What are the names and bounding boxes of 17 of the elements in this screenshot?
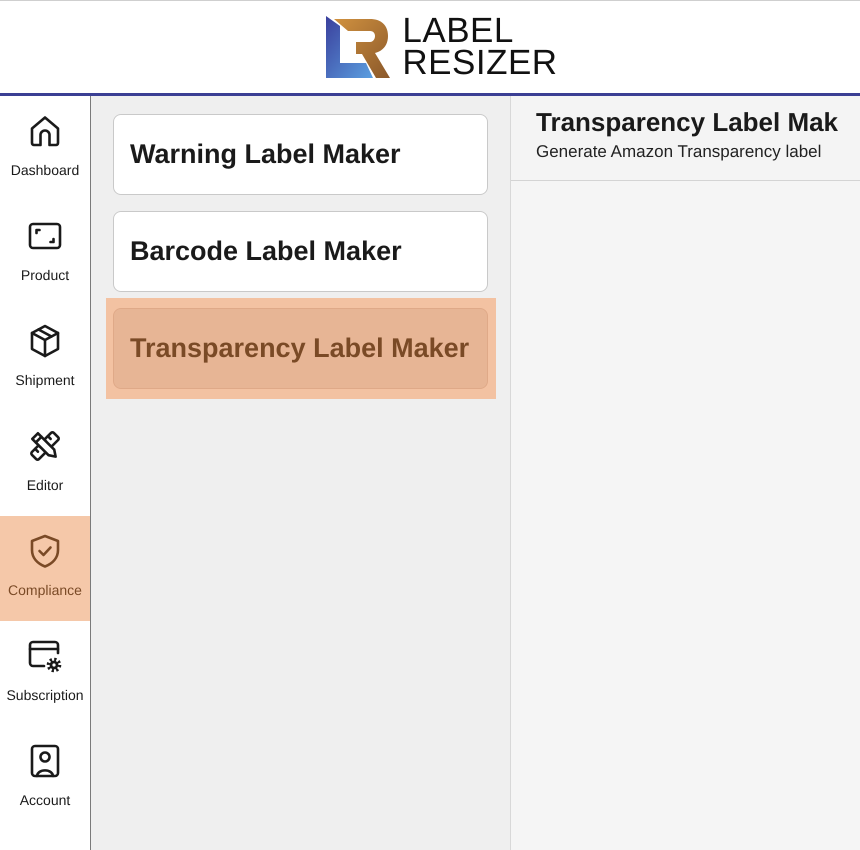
logo-icon — [326, 16, 392, 78]
nav-item[interactable]: Compliance — [0, 516, 90, 621]
nav-item[interactable]: Subscription — [0, 621, 90, 726]
tool-card[interactable]: Warning Label Maker — [113, 114, 488, 195]
nav-item[interactable]: Editor — [0, 411, 90, 516]
pencil-ruler-icon — [27, 428, 63, 464]
page-title: Transparency Label Mak — [536, 106, 840, 138]
page-subtitle: Generate Amazon Transparency label — [536, 142, 822, 162]
logo-text: LABEL — [402, 15, 514, 47]
logo-text: RESIZER — [402, 47, 558, 79]
nav-item[interactable]: Shipment — [0, 306, 90, 411]
card-gear-icon — [27, 638, 63, 674]
tool-card[interactable]: Transparency Label Maker — [113, 308, 488, 389]
nav-item[interactable]: Account — [0, 726, 90, 831]
tool-card[interactable]: Barcode Label Maker — [113, 211, 488, 292]
nav-item[interactable]: Dashboard — [0, 96, 90, 201]
nav-item[interactable]: Product — [0, 201, 90, 306]
